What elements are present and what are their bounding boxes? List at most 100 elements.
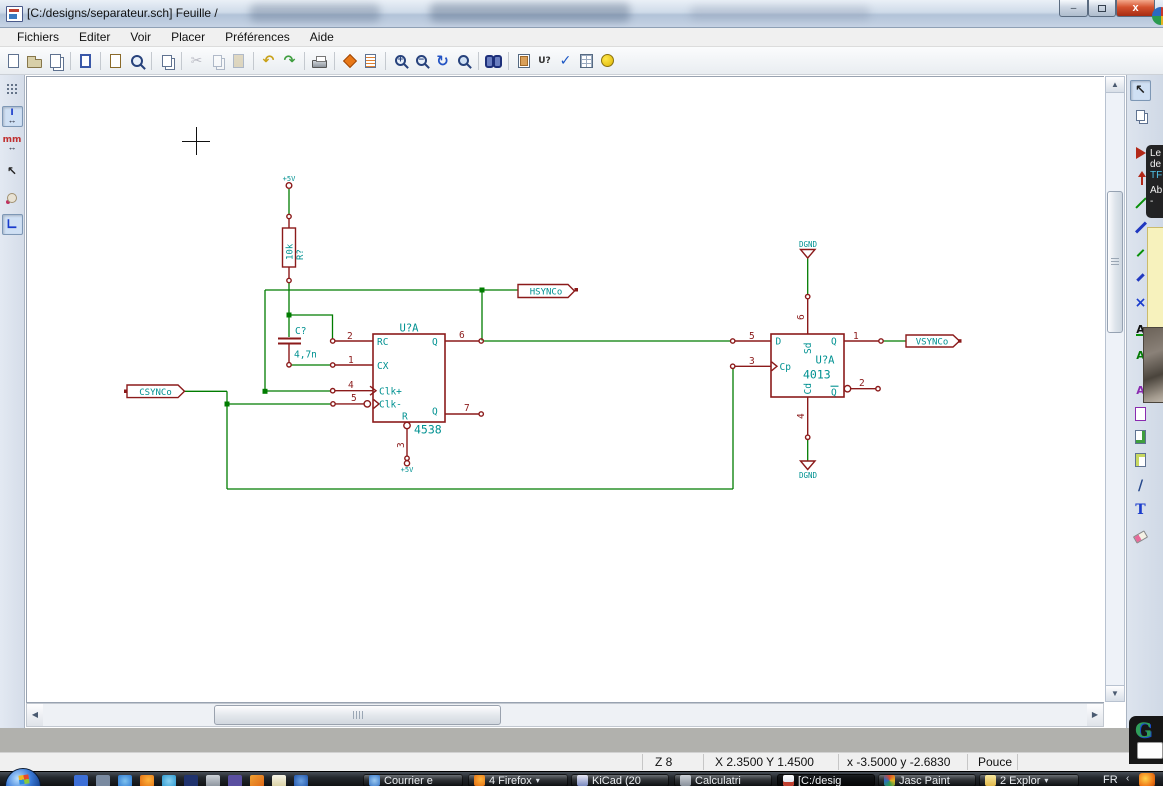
library-editor-icon[interactable] [105,50,126,71]
vertical-scrollbar[interactable]: ▲ ▼ [1105,76,1125,702]
minimize-icon: – [1070,2,1077,14]
add-sheet-icon[interactable] [1130,403,1151,424]
background-sticky-note[interactable] [1147,227,1163,331]
quicklaunch-switch-windows-icon[interactable] [96,775,110,786]
backannotate-icon[interactable] [597,50,618,71]
find-icon[interactable] [483,50,504,71]
menu-aide[interactable]: Aide [301,29,343,45]
quicklaunch-movie-maker-icon[interactable] [228,775,242,786]
hidden-pins-icon[interactable] [2,187,23,208]
cut-icon[interactable]: ✂ [186,50,207,71]
background-tooltip: Le de TF Ab - [1146,145,1163,218]
menu-preferences[interactable]: Préférences [216,29,299,45]
vcc-bottom-label: +5V [401,466,414,474]
quicklaunch-messenger-icon[interactable] [162,775,176,786]
scroll-up-icon[interactable]: ▲ [1106,77,1124,93]
tray-chevron-icon[interactable]: ‹ [1126,773,1129,784]
svg-text:4: 4 [348,380,354,391]
netlist-icon[interactable] [513,50,534,71]
zoom-fit-icon[interactable] [453,50,474,71]
svg-text:CX: CX [377,361,389,372]
quicklaunch-internet-explorer-icon[interactable] [118,775,132,786]
zoom-out-icon[interactable]: − [411,50,432,71]
page-settings-icon[interactable] [75,50,96,71]
quicklaunch-media-player-icon[interactable] [250,775,264,786]
pin-numbers: 2 1 4 5 6 7 3 5 3 1 2 6 4 [124,288,962,448]
glass-reflection [430,3,630,22]
menu-voir[interactable]: Voir [121,29,160,45]
task-kicad[interactable]: KiCad (20 [571,774,669,786]
minimize-button[interactable]: – [1059,0,1088,17]
units-inch-icon[interactable]: I ↔ [1,106,23,127]
title-bar[interactable]: [C:/designs/separateur.sch] Feuille / – … [0,0,1163,28]
open-schematic-icon[interactable] [24,50,45,71]
add-sheet-pin-icon[interactable] [1130,449,1151,470]
vertical-scroll-thumb[interactable] [1107,191,1123,333]
svg-text:D: D [776,337,782,348]
save-project-icon[interactable] [45,50,66,71]
horizontal-scroll-thumb[interactable] [214,705,501,725]
quicklaunch-calculator-icon[interactable] [206,775,220,786]
quicklaunch-word-icon[interactable] [294,775,308,786]
quicklaunch-notepad-icon[interactable] [272,775,286,786]
scroll-right-icon[interactable]: ▶ [1087,704,1103,726]
close-button[interactable]: x [1116,0,1155,17]
print-icon[interactable] [309,50,330,71]
maximize-icon [1098,4,1106,12]
menu-editer[interactable]: Editer [70,29,119,45]
redraw-icon[interactable]: ↻ [432,50,453,71]
hierarchy-select-icon[interactable] [1130,105,1151,126]
plot-to-file-icon[interactable] [360,50,381,71]
zoom-in-icon[interactable]: + [390,50,411,71]
redo-icon[interactable]: ↷ [279,50,300,71]
start-button[interactable] [5,768,41,786]
quicklaunch-show-desktop-icon[interactable] [74,775,88,786]
task-jasc-paint[interactable]: Jasc Paint [878,774,976,786]
horizontal-scrollbar[interactable]: ◀ ▶ [26,703,1104,727]
undo-icon[interactable]: ↶ [258,50,279,71]
window-title: [C:/designs/separateur.sch] Feuille / [27,6,218,20]
paste-icon[interactable] [228,50,249,71]
group-dropdown-icon[interactable]: ▾ [1044,776,1048,785]
new-schematic-icon[interactable] [3,50,24,71]
background-search-widget[interactable]: G [1129,716,1163,764]
scroll-down-icon[interactable]: ▼ [1106,685,1124,701]
bom-icon[interactable] [576,50,597,71]
zoom-level: Z 8 [655,755,673,769]
task-eeschema-active[interactable]: [C:/desig [777,774,875,786]
menu-placer[interactable]: Placer [162,29,214,45]
annotate-icon[interactable]: U? [534,50,555,71]
tray-app-icon[interactable] [1139,773,1155,786]
eeschema-app-icon [6,6,23,22]
add-text-icon[interactable]: T [1130,499,1151,520]
group-dropdown-icon[interactable]: ▾ [536,776,540,785]
paint-palette-icon [884,775,895,786]
cursor-shape-icon[interactable]: ↖ [2,160,23,181]
plot-icon[interactable] [339,50,360,71]
library-browser-icon[interactable] [126,50,147,71]
task-courrier[interactable]: Courrier e [363,774,463,786]
background-photo[interactable] [1143,327,1163,403]
erc-icon[interactable]: ✓ [555,50,576,71]
menu-fichiers[interactable]: Fichiers [8,29,68,45]
task-explorer[interactable]: 2 Explor ▾ [979,774,1079,786]
scroll-left-icon[interactable]: ◀ [27,704,43,726]
units-mm-icon[interactable]: mm ↔ [2,133,23,154]
quicklaunch-app-icon[interactable] [184,775,198,786]
copy-icon[interactable] [207,50,228,71]
delete-tool-icon[interactable] [1130,526,1151,547]
language-indicator[interactable]: FR [1103,774,1118,786]
cursor-tool-icon[interactable]: ↖ [1130,80,1151,101]
hierarchy-navigator-icon[interactable] [156,50,177,71]
import-sheet-pin-icon[interactable] [1130,426,1151,447]
add-graphic-line-icon[interactable]: / [1130,475,1151,496]
maximize-button[interactable] [1088,0,1116,17]
grid-toggle-icon[interactable] [2,79,23,100]
task-firefox[interactable]: 4 Firefox ▾ [468,774,568,786]
schematic-canvas[interactable]: 2 1 4 5 6 7 3 5 3 1 2 6 4 +5V 10k R? C? … [26,76,1104,703]
task-calculator[interactable]: Calculatri [674,774,772,786]
hv-orientation-icon[interactable]: ∟ [1,214,23,235]
resistor-ref: R? [296,249,306,260]
quicklaunch-firefox-icon[interactable] [140,775,154,786]
search-box[interactable] [1137,742,1163,759]
